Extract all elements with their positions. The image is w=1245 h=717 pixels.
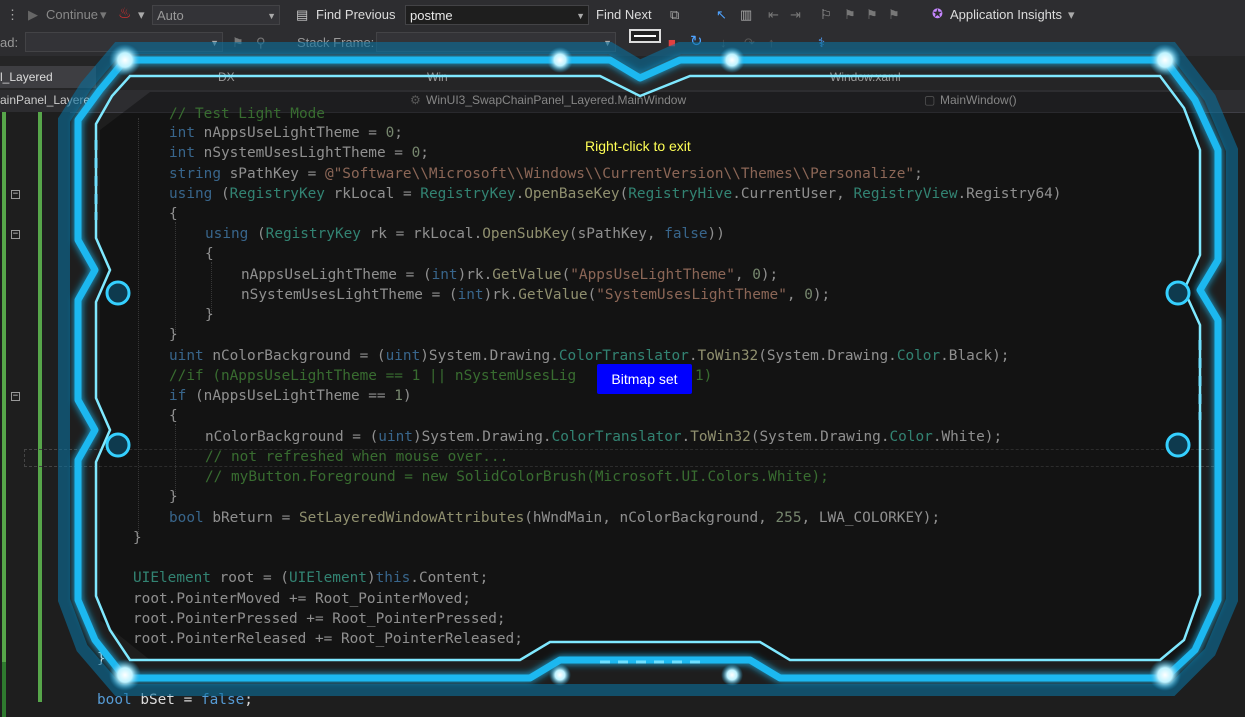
code-line: // myButton.Foreground = new SolidColorB… <box>205 469 829 485</box>
current-line-highlight <box>24 449 1219 467</box>
code-line: using (RegistryKey rkLocal = RegistryKey… <box>169 186 1062 202</box>
code-line-tail: 1) <box>695 368 713 384</box>
code-line: root.PointerReleased += Root_PointerRele… <box>133 631 523 647</box>
code-line: int nAppsUseLightTheme = 0; <box>169 125 403 141</box>
code-line: // not refreshed when mouse over... <box>205 449 509 465</box>
code-line: { <box>205 246 214 262</box>
code-line: nColorBackground = (uint)System.Drawing.… <box>205 429 1003 445</box>
code-line: } <box>205 307 214 323</box>
code-line: nAppsUseLightTheme = (int)rk.GetValue("A… <box>241 267 779 283</box>
code-line: string sPathKey = @"Software\\Microsoft\… <box>169 166 923 182</box>
code-line: } <box>169 489 178 505</box>
code-line: int nSystemUsesLightTheme = 0; <box>169 145 429 161</box>
code-line: bool bSet = false; <box>97 692 253 708</box>
code-line: root.PointerPressed += Root_PointerPress… <box>133 611 506 627</box>
bitmap-set-button[interactable]: Bitmap set <box>597 364 692 394</box>
indent-guide <box>175 222 176 334</box>
code-line: } <box>133 530 142 546</box>
code-line: using (RegistryKey rk = rkLocal.OpenSubK… <box>205 226 725 242</box>
code-line: root.PointerMoved += Root_PointerMoved; <box>133 591 471 607</box>
code-line: } <box>97 651 106 667</box>
code-line: bool bReturn = SetLayeredWindowAttribute… <box>169 510 941 526</box>
code-line: uint nColorBackground = (uint)System.Dra… <box>169 348 1010 364</box>
code-line: if (nAppsUseLightTheme == 1) <box>169 388 412 404</box>
code-line: // Test Light Mode <box>169 106 325 122</box>
code-line: //if (nAppsUseLightTheme == 1 || nSystem… <box>169 368 577 384</box>
code-editor[interactable]: // Test Light Mode int nAppsUseLightThem… <box>0 0 1245 717</box>
code-line: { <box>169 206 178 222</box>
code-line: } <box>169 327 178 343</box>
code-line: nSystemUsesLightTheme = (int)rk.GetValue… <box>241 287 831 303</box>
indent-guide <box>138 118 139 538</box>
code-line: UIElement root = (UIElement)this.Content… <box>133 570 489 586</box>
code-line: { <box>169 408 178 424</box>
